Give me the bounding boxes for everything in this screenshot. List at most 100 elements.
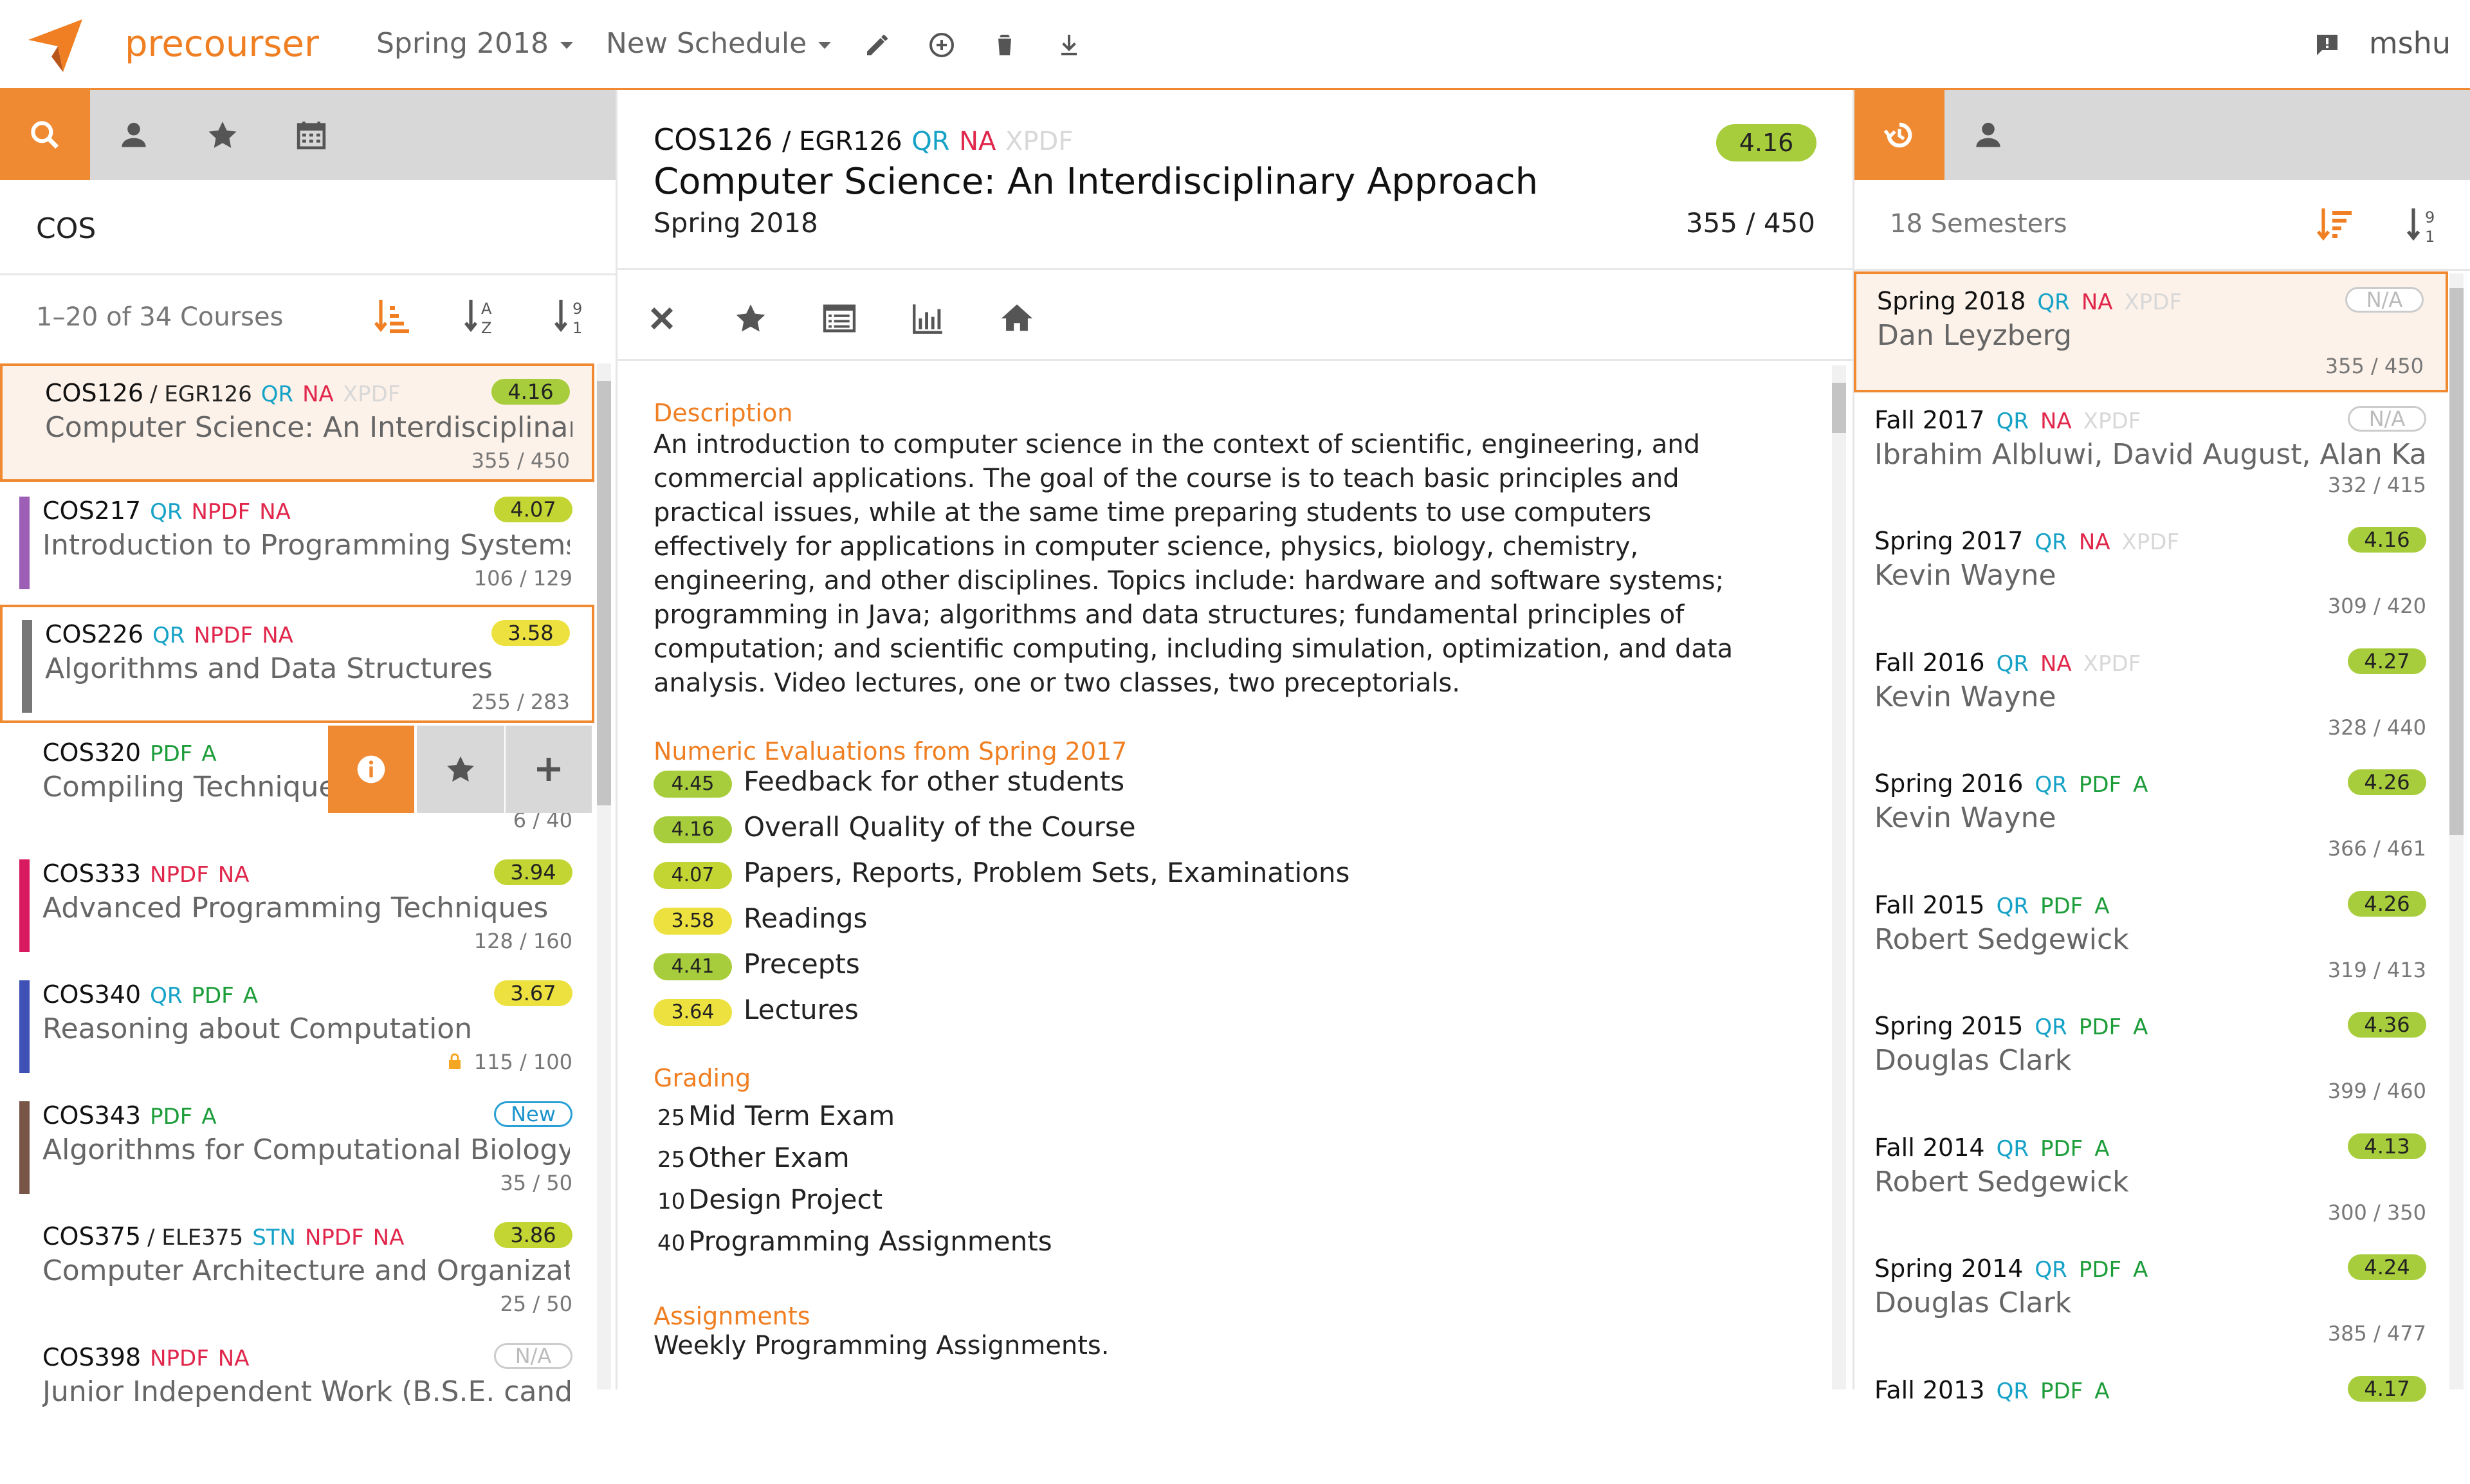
tab-search[interactable] xyxy=(0,90,90,180)
rating-badge: 4.36 xyxy=(2348,1012,2426,1038)
grading-label: Mid Term Exam xyxy=(688,1100,895,1131)
course-item[interactable]: COS343 PDF A Algorithms for Computational B… xyxy=(0,1088,594,1207)
edit-icon[interactable] xyxy=(862,30,893,60)
semester-item[interactable]: Spring 2018 QR NA XPDF Dan Leyzberg N/A 355 / … xyxy=(1854,271,2448,392)
syllabus-icon[interactable] xyxy=(821,300,858,337)
course-tag: QR xyxy=(150,499,183,525)
semester-item[interactable]: Fall 2016 QR NA XPDF Kevin Wayne 4.27 328 / 44… xyxy=(1854,636,2448,756)
course-tag: XPDF xyxy=(2124,289,2182,315)
star-icon[interactable] xyxy=(732,300,769,337)
download-icon[interactable] xyxy=(1054,30,1084,60)
enrollment: 300 / 350 xyxy=(2327,1200,2426,1225)
course-item[interactable]: COS375/ ELE375 STN NPDF NA Computer Architec… xyxy=(0,1209,594,1328)
course-item[interactable]: COS340 QR PDF A Reasoning about Computation 3… xyxy=(0,967,594,1086)
enrollment-count: 128 / 160 xyxy=(473,929,572,953)
tab-history[interactable] xyxy=(1854,90,1944,180)
trash-icon[interactable] xyxy=(989,30,1020,60)
sort-relevance-icon[interactable] xyxy=(373,296,412,337)
rating-badge: 4.24 xyxy=(2348,1254,2426,1280)
course-item[interactable]: COS398 NPDF NA Junior Independent Work (B.S… xyxy=(0,1330,594,1449)
sort-numeric-icon[interactable]: 91 xyxy=(2406,205,2444,246)
schedule-dropdown[interactable]: New Schedule xyxy=(606,27,832,60)
semester-term: Spring 2015 xyxy=(1874,1012,2024,1040)
grading-percent: 25 xyxy=(657,1147,686,1173)
search-icon xyxy=(31,121,59,149)
course-item[interactable]: COS226 QR NPDF NA Algorithms and Data Struct… xyxy=(0,605,594,723)
history-icon xyxy=(1883,122,1912,148)
course-info-button[interactable] xyxy=(328,726,414,813)
semester-item[interactable]: Spring 2014 QR PDF A Douglas Clark 4.24 385 / … xyxy=(1854,1241,2448,1362)
enrollment: 366 / 461 xyxy=(2327,836,2426,861)
grading-row: 40 Programming Assignments xyxy=(657,1225,1052,1257)
course-tag: NA xyxy=(2078,529,2110,555)
semester-label: Spring 2018 xyxy=(376,27,549,60)
rating-badge: 3.86 xyxy=(494,1222,572,1248)
enrollment-count: 115 / 100 xyxy=(473,1050,572,1074)
enrollment-count: 106 / 129 xyxy=(473,566,572,591)
sort-alpha-icon[interactable]: AZ xyxy=(463,296,502,337)
course-code-line: COS126/ EGR126 QR NA XPDF xyxy=(45,379,400,407)
semester-item[interactable]: Fall 2017 QR NA XPDF Ibrahim Albluwi, David … xyxy=(1854,393,2448,514)
course-tag: A xyxy=(2133,1257,2148,1283)
close-icon[interactable] xyxy=(643,300,681,337)
semester-item[interactable]: Spring 2016 QR PDF A Kevin Wayne 4.26 366 / 46… xyxy=(1854,756,2448,877)
grading-row: 10 Design Project xyxy=(657,1184,883,1215)
course-color-bar xyxy=(19,1101,30,1194)
course-item[interactable]: COS333 NPDF NA Advanced Programming Techniq… xyxy=(0,847,594,965)
semester-term-line: Spring 2018 QR NA XPDF xyxy=(1877,287,2182,315)
username[interactable]: mshu xyxy=(2369,26,2451,60)
course-tag: A xyxy=(2133,1014,2148,1040)
home-icon[interactable] xyxy=(998,300,1036,337)
scrollbar[interactable] xyxy=(1832,365,1846,1389)
scrollbar-thumb[interactable] xyxy=(1832,383,1846,433)
user-icon xyxy=(122,122,146,147)
semester-dropdown[interactable]: Spring 2018 xyxy=(376,27,573,60)
chart-icon[interactable] xyxy=(910,300,947,337)
course-color-bar xyxy=(19,859,30,952)
tab-instructor[interactable] xyxy=(1943,90,2033,180)
course-tag: A xyxy=(242,983,259,1009)
semester-item[interactable]: Spring 2015 QR PDF A Douglas Clark 4.36 399 / … xyxy=(1854,999,2448,1120)
sort-relevance-icon[interactable] xyxy=(2316,205,2354,246)
tag-xpdf: XPDF xyxy=(1005,127,1074,156)
semester-item[interactable]: Fall 2015 QR PDF A Robert Sedgewick 4.26 319 /… xyxy=(1854,878,2448,999)
course-tag: NPDF xyxy=(150,1346,209,1371)
tab-user[interactable] xyxy=(89,90,179,180)
semester-count: 18 Semesters xyxy=(1890,209,2067,239)
divider xyxy=(0,273,616,275)
tab-favorites[interactable] xyxy=(178,90,268,180)
semester-item[interactable]: Fall 2014 QR PDF A Robert Sedgewick 4.13 300 /… xyxy=(1854,1121,2448,1241)
instructor-names: Kevin Wayne xyxy=(1874,680,2056,713)
course-code-line: COS398 NPDF NA xyxy=(42,1343,250,1371)
semester-term: Spring 2014 xyxy=(1874,1254,2024,1283)
add-circle-icon[interactable] xyxy=(926,30,957,60)
tab-calendar[interactable] xyxy=(266,90,356,180)
lock-icon xyxy=(447,1050,474,1074)
semester-item[interactable]: Spring 2017 QR NA XPDF Kevin Wayne 4.16 309 / … xyxy=(1854,514,2448,635)
top-navbar: precourser Spring 2018 New Schedule mshu xyxy=(0,0,2470,90)
course-tag: PDF xyxy=(2040,1135,2083,1162)
course-tag: PDF xyxy=(2078,772,2122,798)
search-input[interactable]: COS xyxy=(36,212,96,245)
enrollment: 332 / 415 xyxy=(2327,472,2426,497)
enrollment: 355 / 450 xyxy=(471,448,570,473)
semester-item[interactable]: Fall 2013 QR PDF A 4.17 xyxy=(1854,1363,2448,1484)
brand-name[interactable]: precourser xyxy=(125,23,319,65)
enrollment: 115 / 100 xyxy=(447,1050,572,1074)
course-item[interactable]: COS126/ EGR126 QR NA XPDF Computer Science: … xyxy=(0,363,594,482)
course-tag: QR xyxy=(1996,1378,2029,1404)
scrollbar-thumb[interactable] xyxy=(2449,288,2464,835)
svg-text:Z: Z xyxy=(481,319,491,337)
course-add-button[interactable] xyxy=(506,726,592,813)
course-favorite-button[interactable] xyxy=(417,726,504,813)
rating-badge: 3.58 xyxy=(491,620,570,646)
tag-na: NA xyxy=(959,127,996,156)
enrollment-count: 255 / 283 xyxy=(471,690,570,714)
course-color-bar xyxy=(22,620,32,713)
right-tabbar xyxy=(1854,90,2470,180)
course-item[interactable]: COS217 QR NPDF NA Introduction to Programmin… xyxy=(0,484,594,602)
sort-numeric-icon[interactable]: 91 xyxy=(553,296,592,337)
feedback-icon[interactable] xyxy=(2312,30,2343,60)
scrollbar-thumb[interactable] xyxy=(597,381,611,805)
evaluation-score: 4.16 xyxy=(654,816,732,843)
